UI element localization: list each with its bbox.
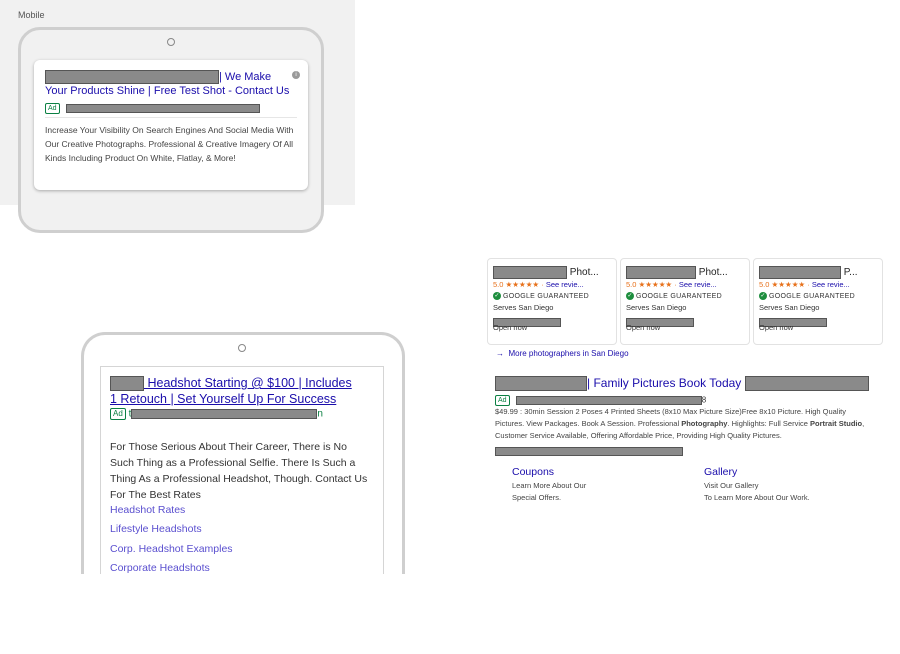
ad-badge: Ad <box>45 103 60 115</box>
redacted-block <box>495 443 683 461</box>
listing-title: P... <box>759 266 858 279</box>
redacted-block <box>45 70 219 85</box>
ad-badge: Ad <box>110 408 126 420</box>
service-area: Serves San Diego <box>493 303 554 312</box>
ad-headline[interactable]: Headshot Starting @ $100 | Includes 1 Re… <box>110 375 378 407</box>
divider <box>45 117 297 118</box>
listing-status: Open now <box>626 323 661 332</box>
ad-url-row: Ad <box>45 100 261 115</box>
mobile-preview-panel: Mobile | We Make Your Products Shine | F… <box>0 0 355 233</box>
more-photographers-link[interactable]: → More photographers in San Diego <box>496 349 629 358</box>
google-guaranteed-badge: ✓ GOOGLE GUARANTEED <box>626 292 723 300</box>
redacted-url <box>515 396 702 405</box>
listing-status: Open now <box>493 323 528 332</box>
sitelink-coupons[interactable]: Coupons Learn More About Our Special Offe… <box>512 466 586 504</box>
ad-description: Increase Your Visibility On Search Engin… <box>45 125 294 163</box>
ad-headline[interactable]: | Family Pictures Book Today <box>495 376 869 392</box>
listing-title: Phot... <box>493 266 599 279</box>
listing-rating: 5.0 ★★★★★ · See revie... <box>759 280 850 289</box>
local-listing-card[interactable]: Phot... 5.0 ★★★★★ · See revie... ✓ GOOGLE… <box>620 258 750 345</box>
stars-icon: ★★★★★ <box>638 280 673 289</box>
ad-description: $49.99 : 30min Session 2 Poses 4 Printed… <box>495 407 865 440</box>
ad-url-row: Ad 8 <box>495 395 706 406</box>
listing-rating: 5.0 ★★★★★ · See revie... <box>493 280 584 289</box>
sitelink-corporate-headshots[interactable]: Corporate Headshots <box>110 562 210 574</box>
ad-url-row: Ad tn <box>110 408 323 420</box>
sitelink-gallery[interactable]: Gallery Visit Our Gallery To Learn More A… <box>704 466 810 504</box>
sitelink-corp-headshot-examples[interactable]: Corp. Headshot Examples <box>110 543 233 555</box>
check-icon: ✓ <box>759 292 767 300</box>
ad-description: For Those Serious About Their Career, Th… <box>110 441 368 501</box>
redacted-url <box>66 104 261 114</box>
check-icon: ✓ <box>493 292 501 300</box>
listing-title: Phot... <box>626 266 728 279</box>
redacted-block <box>110 376 144 392</box>
listing-status: Open now <box>759 323 794 332</box>
ad-headline[interactable]: | We Make Your Products Shine | Free Tes… <box>45 70 295 98</box>
arrow-right-icon: → <box>496 349 504 358</box>
local-listing-card[interactable]: Phot... 5.0 ★★★★★ · See revie... ✓ GOOGLE… <box>487 258 617 345</box>
service-area: Serves San Diego <box>759 303 820 312</box>
local-listing-card[interactable]: P... 5.0 ★★★★★ · See revie... ✓ GOOGLE GU… <box>753 258 883 345</box>
crop-mask <box>70 574 420 654</box>
phone-frame: | We Make Your Products Shine | Free Tes… <box>18 27 324 233</box>
panel-label: Mobile <box>18 10 45 20</box>
sitelink-headshot-rates[interactable]: Headshot Rates <box>110 504 185 516</box>
listing-rating: 5.0 ★★★★★ · See revie... <box>626 280 717 289</box>
phone-camera <box>167 38 175 46</box>
stars-icon: ★★★★★ <box>771 280 806 289</box>
service-area: Serves San Diego <box>626 303 687 312</box>
check-icon: ✓ <box>626 292 634 300</box>
ad-badge: Ad <box>495 395 510 406</box>
sitelink-lifestyle-headshots[interactable]: Lifestyle Headshots <box>110 523 202 535</box>
ad-card: | We Make Your Products Shine | Free Tes… <box>34 60 308 190</box>
google-guaranteed-badge: ✓ GOOGLE GUARANTEED <box>759 292 856 300</box>
stars-icon: ★★★★★ <box>505 280 540 289</box>
info-icon[interactable]: i <box>292 71 300 79</box>
google-guaranteed-badge: ✓ GOOGLE GUARANTEED <box>493 292 590 300</box>
redacted-url <box>131 409 318 419</box>
ad-card: Headshot Starting @ $100 | Includes 1 Re… <box>100 366 384 575</box>
phone-camera <box>238 344 246 352</box>
